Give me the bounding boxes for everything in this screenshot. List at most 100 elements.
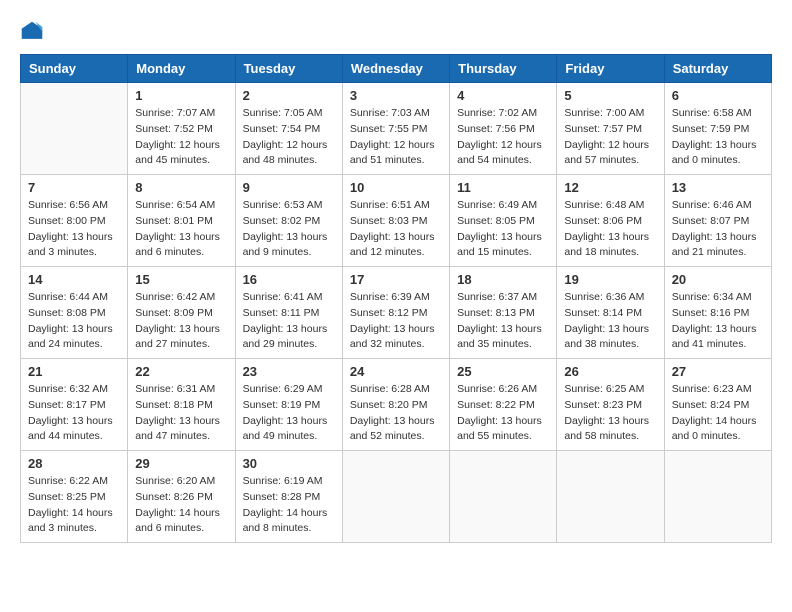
page-header [20, 20, 772, 44]
calendar-cell: 6 Sunrise: 6:58 AMSunset: 7:59 PMDaylight… [664, 83, 771, 175]
calendar-cell: 2 Sunrise: 7:05 AMSunset: 7:54 PMDaylight… [235, 83, 342, 175]
calendar-cell: 7 Sunrise: 6:56 AMSunset: 8:00 PMDaylight… [21, 175, 128, 267]
calendar-cell: 17Sunrise: 6:39 AMSunset: 8:12 PMDayligh… [342, 267, 449, 359]
weekday-header-sunday: Sunday [21, 55, 128, 83]
calendar-cell: 18 Sunrise: 6:37 AMSunset: 8:13 PMDayligh… [450, 267, 557, 359]
calendar-cell: 19 Sunrise: 6:36 AMSunset: 8:14 PMDayligh… [557, 267, 664, 359]
day-number: 9 [243, 180, 335, 195]
day-number: 13 [672, 180, 764, 195]
day-number: 24 [350, 364, 442, 379]
day-info: Sunrise: 6:44 AMSunset: 8:08 PMDaylight:… [28, 290, 120, 353]
calendar-cell: 4Sunrise: 7:02 AMSunset: 7:56 PMDaylight… [450, 83, 557, 175]
calendar-cell: 1Sunrise: 7:07 AMSunset: 7:52 PMDaylight… [128, 83, 235, 175]
weekday-header-monday: Monday [128, 55, 235, 83]
day-number: 6 [672, 88, 764, 103]
calendar-cell: 29 Sunrise: 6:20 AMSunset: 8:26 PMDayligh… [128, 451, 235, 543]
day-info: Sunrise: 6:46 AMSunset: 8:07 PMDaylight:… [672, 198, 764, 261]
calendar-cell: 22 Sunrise: 6:31 AMSunset: 8:18 PMDayligh… [128, 359, 235, 451]
day-info: Sunrise: 7:00 AMSunset: 7:57 PMDaylight:… [564, 106, 656, 169]
calendar-cell: 10Sunrise: 6:51 AMSunset: 8:03 PMDayligh… [342, 175, 449, 267]
weekday-header-friday: Friday [557, 55, 664, 83]
calendar-week-row: 21 Sunrise: 6:32 AMSunset: 8:17 PMDayligh… [21, 359, 772, 451]
day-info: Sunrise: 7:02 AMSunset: 7:56 PMDaylight:… [457, 106, 549, 169]
calendar-cell: 27 Sunrise: 6:23 AMSunset: 8:24 PMDayligh… [664, 359, 771, 451]
calendar-week-row: 7 Sunrise: 6:56 AMSunset: 8:00 PMDaylight… [21, 175, 772, 267]
calendar-week-row: 28 Sunrise: 6:22 AMSunset: 8:25 PMDayligh… [21, 451, 772, 543]
day-number: 3 [350, 88, 442, 103]
day-number: 16 [243, 272, 335, 287]
day-number: 28 [28, 456, 120, 471]
calendar-cell: 28 Sunrise: 6:22 AMSunset: 8:25 PMDayligh… [21, 451, 128, 543]
day-info: Sunrise: 6:29 AMSunset: 8:19 PMDaylight:… [243, 382, 335, 445]
day-number: 18 [457, 272, 549, 287]
day-info: Sunrise: 6:54 AMSunset: 8:01 PMDaylight:… [135, 198, 227, 261]
day-number: 15 [135, 272, 227, 287]
day-number: 12 [564, 180, 656, 195]
day-number: 14 [28, 272, 120, 287]
day-number: 29 [135, 456, 227, 471]
day-info: Sunrise: 6:48 AMSunset: 8:06 PMDaylight:… [564, 198, 656, 261]
calendar-cell [342, 451, 449, 543]
day-info: Sunrise: 6:36 AMSunset: 8:14 PMDaylight:… [564, 290, 656, 353]
calendar-week-row: 1Sunrise: 7:07 AMSunset: 7:52 PMDaylight… [21, 83, 772, 175]
calendar-cell: 30 Sunrise: 6:19 AMSunset: 8:28 PMDayligh… [235, 451, 342, 543]
day-info: Sunrise: 6:41 AMSunset: 8:11 PMDaylight:… [243, 290, 335, 353]
calendar-cell: 3Sunrise: 7:03 AMSunset: 7:55 PMDaylight… [342, 83, 449, 175]
day-number: 23 [243, 364, 335, 379]
calendar-cell: 13 Sunrise: 6:46 AMSunset: 8:07 PMDayligh… [664, 175, 771, 267]
day-number: 7 [28, 180, 120, 195]
day-info: Sunrise: 6:56 AMSunset: 8:00 PMDaylight:… [28, 198, 120, 261]
day-number: 5 [564, 88, 656, 103]
day-info: Sunrise: 6:26 AMSunset: 8:22 PMDaylight:… [457, 382, 549, 445]
weekday-header-thursday: Thursday [450, 55, 557, 83]
day-info: Sunrise: 6:34 AMSunset: 8:16 PMDaylight:… [672, 290, 764, 353]
weekday-header-tuesday: Tuesday [235, 55, 342, 83]
calendar-cell: 14 Sunrise: 6:44 AMSunset: 8:08 PMDayligh… [21, 267, 128, 359]
generalblue-logo-icon [20, 20, 44, 44]
calendar-cell: 26Sunrise: 6:25 AMSunset: 8:23 PMDayligh… [557, 359, 664, 451]
calendar-cell: 8 Sunrise: 6:54 AMSunset: 8:01 PMDaylight… [128, 175, 235, 267]
day-info: Sunrise: 6:32 AMSunset: 8:17 PMDaylight:… [28, 382, 120, 445]
calendar-cell: 16 Sunrise: 6:41 AMSunset: 8:11 PMDayligh… [235, 267, 342, 359]
day-info: Sunrise: 6:28 AMSunset: 8:20 PMDaylight:… [350, 382, 442, 445]
day-number: 27 [672, 364, 764, 379]
day-number: 2 [243, 88, 335, 103]
calendar-cell [450, 451, 557, 543]
calendar-cell [664, 451, 771, 543]
day-info: Sunrise: 6:37 AMSunset: 8:13 PMDaylight:… [457, 290, 549, 353]
day-info: Sunrise: 6:58 AMSunset: 7:59 PMDaylight:… [672, 106, 764, 169]
day-number: 19 [564, 272, 656, 287]
day-info: Sunrise: 6:39 AMSunset: 8:12 PMDaylight:… [350, 290, 442, 353]
calendar-cell: 12 Sunrise: 6:48 AMSunset: 8:06 PMDayligh… [557, 175, 664, 267]
day-info: Sunrise: 6:20 AMSunset: 8:26 PMDaylight:… [135, 474, 227, 537]
day-number: 21 [28, 364, 120, 379]
day-info: Sunrise: 6:19 AMSunset: 8:28 PMDaylight:… [243, 474, 335, 537]
day-number: 30 [243, 456, 335, 471]
day-number: 10 [350, 180, 442, 195]
day-info: Sunrise: 6:53 AMSunset: 8:02 PMDaylight:… [243, 198, 335, 261]
calendar-table: SundayMondayTuesdayWednesdayThursdayFrid… [20, 54, 772, 543]
calendar-cell [557, 451, 664, 543]
calendar-cell [21, 83, 128, 175]
day-number: 22 [135, 364, 227, 379]
day-number: 8 [135, 180, 227, 195]
calendar-cell: 15Sunrise: 6:42 AMSunset: 8:09 PMDayligh… [128, 267, 235, 359]
day-info: Sunrise: 6:25 AMSunset: 8:23 PMDaylight:… [564, 382, 656, 445]
day-info: Sunrise: 7:07 AMSunset: 7:52 PMDaylight:… [135, 106, 227, 169]
calendar-cell: 25 Sunrise: 6:26 AMSunset: 8:22 PMDayligh… [450, 359, 557, 451]
day-info: Sunrise: 6:31 AMSunset: 8:18 PMDaylight:… [135, 382, 227, 445]
day-info: Sunrise: 6:49 AMSunset: 8:05 PMDaylight:… [457, 198, 549, 261]
day-number: 11 [457, 180, 549, 195]
calendar-cell: 21 Sunrise: 6:32 AMSunset: 8:17 PMDayligh… [21, 359, 128, 451]
day-number: 25 [457, 364, 549, 379]
calendar-cell: 5 Sunrise: 7:00 AMSunset: 7:57 PMDaylight… [557, 83, 664, 175]
calendar-week-row: 14 Sunrise: 6:44 AMSunset: 8:08 PMDayligh… [21, 267, 772, 359]
day-info: Sunrise: 7:05 AMSunset: 7:54 PMDaylight:… [243, 106, 335, 169]
calendar-cell: 23 Sunrise: 6:29 AMSunset: 8:19 PMDayligh… [235, 359, 342, 451]
weekday-header-saturday: Saturday [664, 55, 771, 83]
day-number: 20 [672, 272, 764, 287]
day-info: Sunrise: 6:22 AMSunset: 8:25 PMDaylight:… [28, 474, 120, 537]
calendar-cell: 24 Sunrise: 6:28 AMSunset: 8:20 PMDayligh… [342, 359, 449, 451]
weekday-header-wednesday: Wednesday [342, 55, 449, 83]
day-info: Sunrise: 6:23 AMSunset: 8:24 PMDaylight:… [672, 382, 764, 445]
